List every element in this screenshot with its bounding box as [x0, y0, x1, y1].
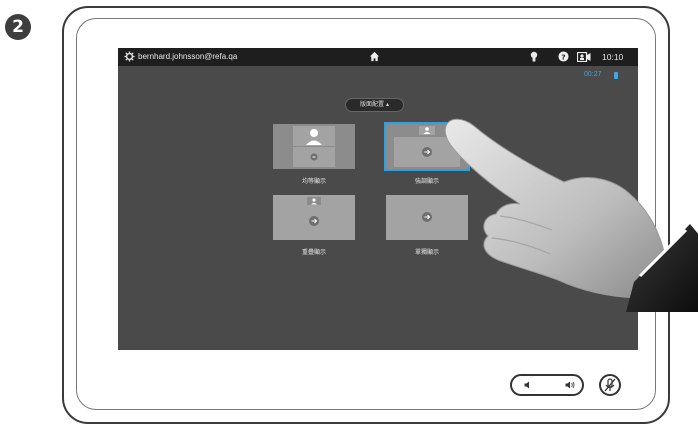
layout-overlay-preview	[273, 195, 355, 240]
microphone-mute-button[interactable]	[599, 374, 621, 396]
home-icon[interactable]	[369, 51, 380, 62]
volume-up-icon[interactable]	[565, 381, 575, 389]
step-number-badge: 2	[5, 14, 31, 40]
svg-text:?: ?	[561, 52, 565, 61]
status-bar: bernhard.johnsson@refa.qa ? 10:10	[118, 48, 638, 66]
camera-icon[interactable]	[577, 52, 591, 62]
user-account-label[interactable]: bernhard.johnsson@refa.qa	[138, 52, 237, 61]
volume-down-icon[interactable]	[524, 381, 533, 389]
lightbulb-icon[interactable]	[530, 51, 538, 63]
call-timer: 00:27	[584, 71, 602, 78]
mic-mute-icon	[604, 378, 616, 392]
pointing-hand	[444, 118, 698, 312]
layout-option-label: 均等顯示	[301, 178, 326, 185]
layout-option-label: 重疊顯示	[301, 249, 326, 256]
recording-indicator-icon	[614, 72, 618, 79]
clock: 10:10	[602, 52, 624, 62]
help-icon[interactable]: ?	[558, 51, 569, 62]
layout-menu-button[interactable]: 版面配置 ▴	[345, 98, 404, 112]
gear-icon[interactable]	[124, 51, 135, 62]
layout-equal-preview	[273, 124, 355, 169]
